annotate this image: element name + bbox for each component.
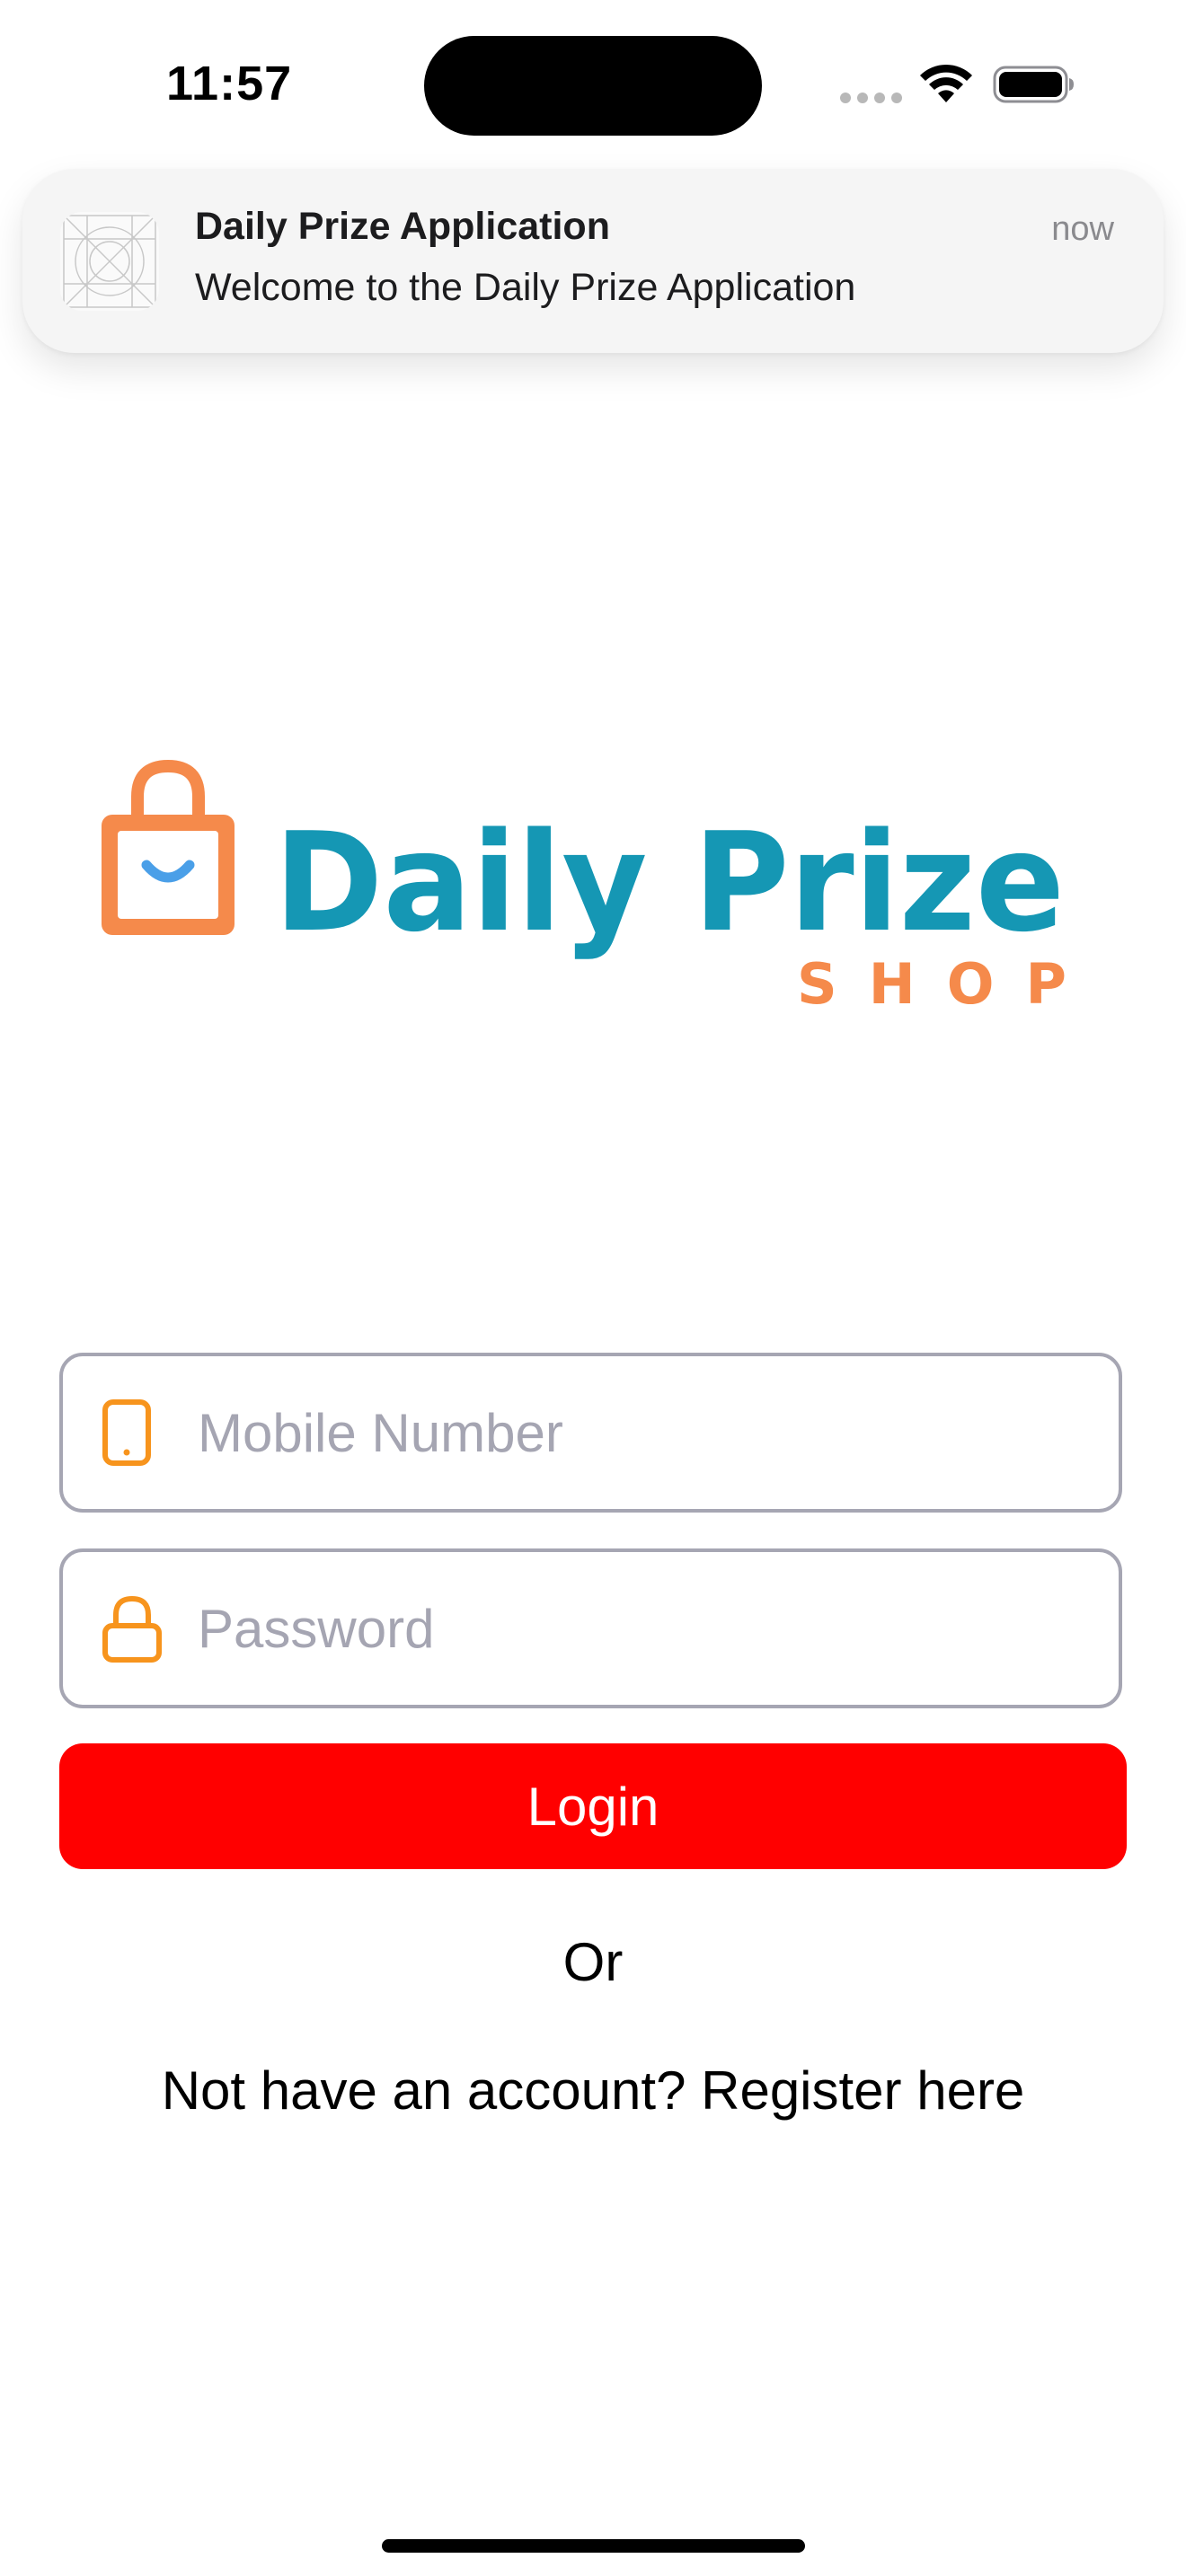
app-icon	[60, 212, 159, 311]
or-separator: Or	[562, 1932, 624, 1992]
svg-text:Daily Prize: Daily Prize	[274, 803, 1065, 962]
daily-prize-shop-logo: Daily Prize SHOP	[102, 759, 1067, 1017]
register-link[interactable]: Not have an account? Register here	[0, 2060, 1186, 2122]
lock-icon	[102, 1595, 162, 1663]
mobile-number-field[interactable]	[59, 1353, 1122, 1513]
wifi-icon	[920, 64, 972, 102]
battery-icon	[993, 66, 1074, 103]
cellular-signal-icon	[840, 93, 902, 103]
notification-message: Welcome to the Daily Prize Application	[195, 266, 856, 309]
home-indicator[interactable]	[382, 2539, 805, 2553]
notification-time: now	[1051, 210, 1114, 248]
dynamic-island	[424, 36, 762, 136]
phone-icon	[102, 1399, 151, 1466]
notification-title: Daily Prize Application	[195, 205, 610, 248]
shopping-bag-smile-icon	[102, 759, 235, 935]
notification-banner[interactable]: Daily Prize Application Welcome to the D…	[22, 169, 1164, 353]
password-field[interactable]	[59, 1548, 1122, 1708]
password-input[interactable]	[198, 1552, 1096, 1705]
login-button[interactable]: Login	[59, 1743, 1127, 1869]
status-time: 11:57	[166, 57, 293, 110]
mobile-number-input[interactable]	[198, 1356, 1096, 1509]
